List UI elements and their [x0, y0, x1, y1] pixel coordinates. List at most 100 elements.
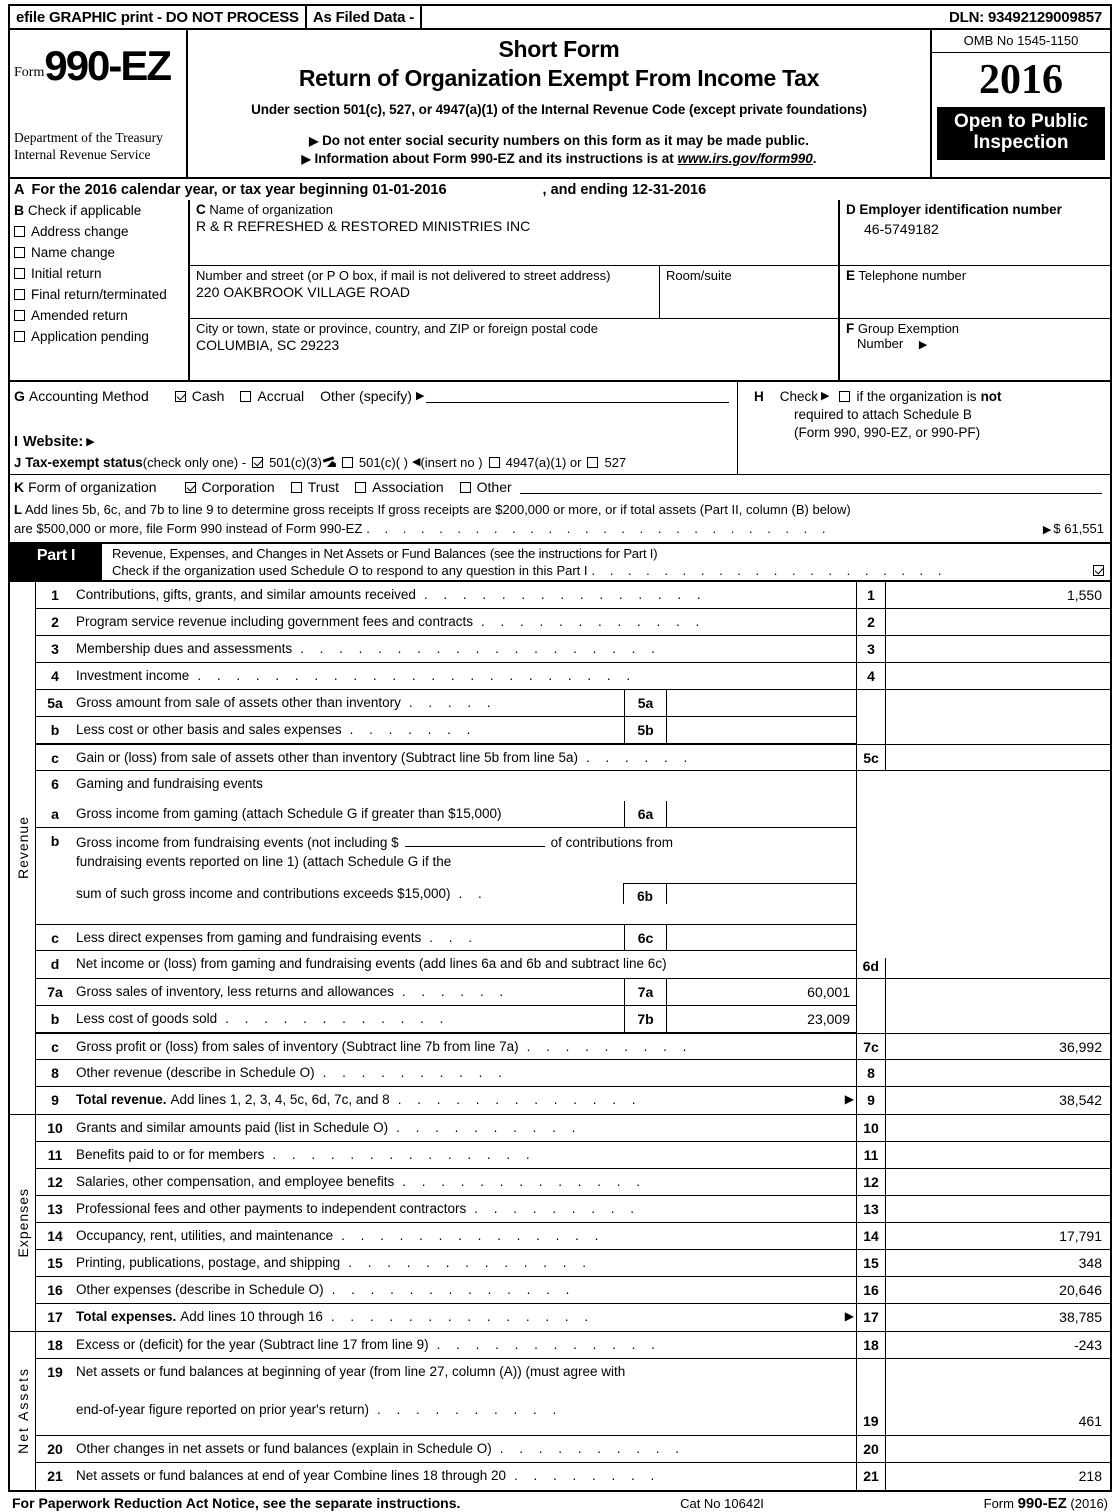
checkbox-accrual-icon[interactable]	[240, 390, 252, 402]
row-amount[interactable]	[886, 1142, 1110, 1168]
checkbox-label: Initial return	[31, 266, 102, 281]
line-h-line2: required to attach Schedule B	[794, 406, 972, 422]
checkbox-amended-return[interactable]: Amended return	[14, 308, 184, 323]
line-g-other-input[interactable]	[426, 389, 729, 403]
row-description: Professional fees and other payments to …	[74, 1196, 856, 1222]
checkbox-4947a1-icon[interactable]	[488, 457, 500, 468]
table-row: 10 Grants and similar amounts paid (list…	[36, 1114, 1110, 1142]
table-row: a Gross income from gaming (attach Sched…	[36, 800, 856, 828]
sub-amount-value[interactable]	[667, 690, 856, 716]
row-amount[interactable]	[886, 771, 1111, 978]
row-amount[interactable]	[886, 609, 1110, 635]
checkbox-cash-icon[interactable]	[174, 390, 186, 402]
row-amount[interactable]: 1,550	[886, 582, 1110, 608]
revenue-vertical-label: Revenue	[10, 581, 36, 1114]
line-g-accrual-label: Accrual	[257, 388, 305, 404]
line-j-letter: J	[14, 455, 22, 470]
line-6d-right: 6d	[856, 770, 1111, 978]
checkbox-part1-schedule-o-icon[interactable]	[1093, 564, 1104, 576]
checkbox-icon[interactable]	[14, 310, 25, 321]
table-row: 12 Salaries, other compensation, and emp…	[36, 1168, 1110, 1196]
row-line-number: 19	[857, 1358, 886, 1435]
row-amount[interactable]: 20,646	[886, 1277, 1110, 1303]
sub-amount-value[interactable]	[667, 884, 856, 904]
row-amount[interactable]	[886, 1169, 1110, 1195]
checkbox-icon[interactable]	[14, 289, 25, 300]
table-row: 9 Total revenue. Add lines 1, 2, 3, 4, 5…	[36, 1086, 1110, 1114]
sub-amount-value[interactable]	[667, 717, 856, 743]
row-description: Contributions, gifts, grants, and simila…	[74, 582, 856, 608]
checkbox-initial-return[interactable]: Initial return	[14, 266, 184, 281]
signature-pen-icon	[322, 456, 337, 469]
row-amount[interactable]: 36,992	[886, 1034, 1110, 1059]
checkbox-association-icon[interactable]	[355, 481, 367, 493]
checkbox-icon[interactable]	[14, 268, 25, 279]
row-amount[interactable]: 38,785	[886, 1304, 1110, 1331]
ein-caption-text: Employer identification number	[859, 202, 1062, 217]
leader-dots: . . . . . . .	[349, 721, 477, 737]
line-7-group: 7a Gross sales of inventory, less return…	[36, 977, 1110, 1033]
row-line-number: 14	[856, 1222, 886, 1249]
checkbox-name-change[interactable]: Name change	[14, 245, 184, 260]
leader-dots: . . . . . . . . . . . . . . . . . . . . …	[366, 520, 831, 536]
checkbox-icon[interactable]	[14, 226, 25, 237]
sub-amount-value[interactable]	[667, 801, 856, 827]
group-exemption-caption-l2: Number	[857, 336, 904, 351]
sub-amount-value[interactable]: 23,009	[667, 1006, 856, 1032]
checkbox-corporation-icon[interactable]	[184, 481, 196, 493]
row-amount[interactable]	[886, 1436, 1110, 1462]
sub-amount-value[interactable]: 60,001	[667, 979, 856, 1005]
row-amount[interactable]	[886, 745, 1110, 770]
checkbox-trust-icon[interactable]	[290, 481, 302, 493]
checkbox-527-icon[interactable]	[587, 457, 599, 468]
row-amount[interactable]: -243	[886, 1332, 1110, 1358]
leader-dots: . . . . . . . . . .	[499, 1440, 686, 1456]
row-amount[interactable]: 218	[886, 1463, 1110, 1490]
line-g-accounting-method: G Accounting Method Cash Accrual Other (…	[14, 388, 729, 404]
checkbox-icon[interactable]	[14, 247, 25, 258]
group-exemption-caption-line2: Number ▶	[846, 336, 1104, 351]
department-line-1: Department of the Treasury	[14, 129, 163, 145]
line-g-letter: G	[14, 388, 25, 404]
row-description: Gain or (loss) from sale of assets other…	[74, 745, 856, 770]
line-k-other-input[interactable]	[519, 480, 1102, 494]
form-title-block: Short Form Return of Organization Exempt…	[188, 30, 932, 177]
checkbox-application-pending[interactable]: Application pending	[14, 329, 184, 344]
checkbox-501c-other-icon[interactable]	[341, 457, 353, 468]
net-assets-rows: 18 Excess or (deficit) for the year (Sub…	[36, 1331, 1111, 1490]
line-a-tax-year: A For the 2016 calendar year, or tax yea…	[8, 179, 1112, 200]
table-row: d Net income or (loss) from gaming and f…	[36, 951, 856, 978]
row-description: Less cost of goods sold . . . . . . . . …	[74, 1006, 624, 1032]
row-number: 10	[47, 1119, 63, 1136]
row-amount[interactable]: 461	[886, 1359, 1111, 1435]
row-amount[interactable]	[886, 1060, 1110, 1086]
sub-amount-value[interactable]	[667, 925, 856, 950]
row-amount[interactable]	[886, 663, 1110, 689]
irs-form990-link[interactable]: www.irs.gov/form990	[678, 151, 813, 166]
row-amount[interactable]: 17,791	[886, 1223, 1110, 1249]
row-6b-contrib-input[interactable]	[404, 833, 545, 847]
row-amount[interactable]	[886, 636, 1110, 662]
row-amount[interactable]	[886, 1115, 1110, 1141]
row-number: 6	[51, 775, 59, 792]
line-6-left: 6 Gaming and fundraising events a Gross …	[36, 771, 856, 978]
line-j-tax-exempt-status: J Tax-exempt status (check only one) - 5…	[14, 455, 729, 470]
block-b-letter: B	[14, 202, 25, 218]
line-5-group: 5a Gross amount from sale of assets othe…	[36, 689, 1110, 744]
sub-line-number: 6b	[624, 883, 667, 904]
org-name-caption: C Name of organization	[196, 202, 834, 217]
row-number: b	[50, 1010, 60, 1027]
part1-title-note: (see the instructions for Part I)	[489, 545, 658, 561]
table-row: 7a Gross sales of inventory, less return…	[36, 978, 856, 1006]
row-amount[interactable]: 348	[886, 1250, 1110, 1276]
checkbox-501c3-icon[interactable]	[252, 457, 264, 468]
row-amount[interactable]: 38,542	[886, 1087, 1110, 1114]
row-description-bold: Total expenses.	[76, 1308, 177, 1324]
checkbox-final-return-terminated[interactable]: Final return/terminated	[14, 287, 184, 302]
checkbox-address-change[interactable]: Address change	[14, 224, 184, 239]
checkbox-icon[interactable]	[14, 331, 25, 342]
row-line-number: 8	[856, 1059, 886, 1086]
checkbox-schedule-b-icon[interactable]	[839, 391, 851, 403]
row-amount[interactable]	[886, 1196, 1110, 1222]
checkbox-other-org-icon[interactable]	[459, 481, 471, 493]
